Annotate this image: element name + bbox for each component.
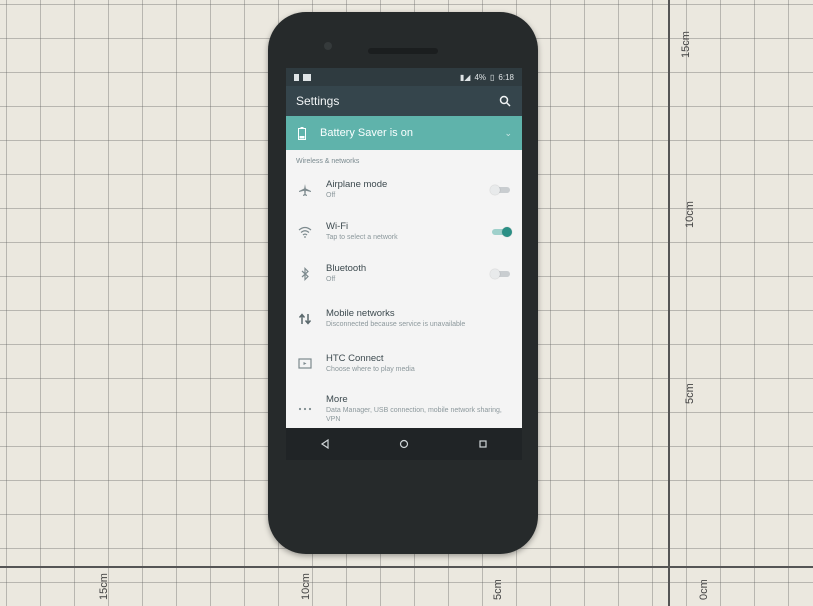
setting-title: HTC Connect bbox=[326, 353, 384, 365]
ruler-label: 0cm bbox=[698, 579, 710, 600]
banner-text: Battery Saver is on bbox=[320, 127, 413, 139]
airplane-icon bbox=[296, 181, 314, 199]
setting-subtitle: Off bbox=[326, 192, 336, 200]
setting-subtitle: Disconnected because service is unavaila… bbox=[326, 321, 466, 329]
airplane-mode-toggle[interactable] bbox=[490, 185, 512, 195]
phone-screen: ▮◢ 4% ▯ 6:18 Settings Battery Saver is o… bbox=[286, 68, 522, 460]
earpiece-speaker bbox=[368, 48, 438, 54]
setting-text: More Data Manager, USB connection, mobil… bbox=[326, 394, 512, 425]
toggle-thumb bbox=[502, 227, 512, 237]
chevron-down-icon: ⌄ bbox=[504, 127, 512, 138]
notification-icon bbox=[294, 73, 299, 81]
setting-subtitle: Off bbox=[326, 276, 336, 284]
search-icon[interactable] bbox=[498, 94, 512, 108]
setting-title: Bluetooth bbox=[326, 263, 367, 275]
ruler-label: 10cm bbox=[300, 573, 312, 600]
notification-icons bbox=[294, 73, 311, 81]
setting-subtitle: Data Manager, USB connection, mobile net… bbox=[326, 406, 502, 423]
setting-airplane-mode[interactable]: Airplane mode Off bbox=[286, 169, 522, 211]
setting-title: Wi-Fi bbox=[326, 221, 349, 233]
setting-text: Mobile networks Disconnected because ser… bbox=[326, 308, 512, 330]
ruler-label: 15cm bbox=[680, 31, 692, 58]
battery-icon bbox=[296, 126, 308, 140]
status-indicators: ▮◢ 4% ▯ 6:18 bbox=[460, 73, 514, 82]
ruler-label: 10cm bbox=[684, 201, 696, 228]
setting-text: Wi-Fi Tap to select a network bbox=[326, 221, 490, 243]
toggle-thumb bbox=[490, 185, 500, 195]
more-icon bbox=[296, 400, 314, 418]
setting-text: Bluetooth Off bbox=[326, 263, 490, 285]
setting-text: HTC Connect Choose where to play media bbox=[326, 353, 512, 375]
setting-wifi[interactable]: Wi-Fi Tap to select a network bbox=[286, 211, 522, 253]
navigation-bar bbox=[286, 428, 522, 460]
setting-text: Airplane mode Off bbox=[326, 179, 490, 201]
ruler-line-horizontal bbox=[0, 566, 813, 568]
wifi-icon bbox=[296, 223, 314, 241]
ruler-label: 5cm bbox=[684, 383, 696, 404]
front-camera bbox=[324, 42, 332, 50]
phone: ▮◢ 4% ▯ 6:18 Settings Battery Saver is o… bbox=[268, 12, 538, 554]
status-bar: ▮◢ 4% ▯ 6:18 bbox=[286, 68, 522, 86]
cast-icon bbox=[296, 355, 314, 373]
ruler-label: 15cm bbox=[98, 573, 110, 600]
setting-htc-connect[interactable]: HTC Connect Choose where to play media bbox=[286, 343, 522, 385]
setting-bluetooth[interactable]: Bluetooth Off bbox=[286, 253, 522, 295]
bluetooth-toggle[interactable] bbox=[490, 269, 512, 279]
bluetooth-icon bbox=[296, 265, 314, 283]
page-title: Settings bbox=[296, 94, 340, 108]
home-icon[interactable] bbox=[384, 432, 424, 456]
app-bar: Settings bbox=[286, 86, 522, 116]
setting-subtitle: Choose where to play media bbox=[326, 366, 415, 374]
toggle-thumb bbox=[490, 269, 500, 279]
setting-mobile-networks[interactable]: Mobile networks Disconnected because ser… bbox=[286, 295, 522, 343]
battery-status-icon: ▯ bbox=[490, 72, 495, 82]
ruler-line-vertical bbox=[668, 0, 670, 606]
setting-title: More bbox=[326, 393, 348, 405]
setting-title: Mobile networks bbox=[326, 308, 395, 320]
battery-percent: 4% bbox=[474, 72, 487, 82]
signal-icon: ▮◢ bbox=[459, 72, 471, 82]
clock: 6:18 bbox=[498, 72, 514, 82]
wifi-toggle[interactable] bbox=[490, 227, 512, 237]
setting-more[interactable]: More Data Manager, USB connection, mobil… bbox=[286, 385, 522, 433]
mobile-data-icon bbox=[296, 310, 314, 328]
section-header: Wireless & networks bbox=[296, 158, 360, 165]
setting-title: Airplane mode bbox=[326, 179, 388, 191]
back-icon[interactable] bbox=[305, 432, 345, 456]
setting-subtitle: Tap to select a network bbox=[326, 234, 398, 242]
ruler-label: 5cm bbox=[492, 579, 504, 600]
notification-icon bbox=[303, 73, 311, 81]
recents-icon[interactable] bbox=[463, 432, 503, 456]
battery-saver-banner[interactable]: Battery Saver is on ⌄ bbox=[286, 116, 522, 150]
